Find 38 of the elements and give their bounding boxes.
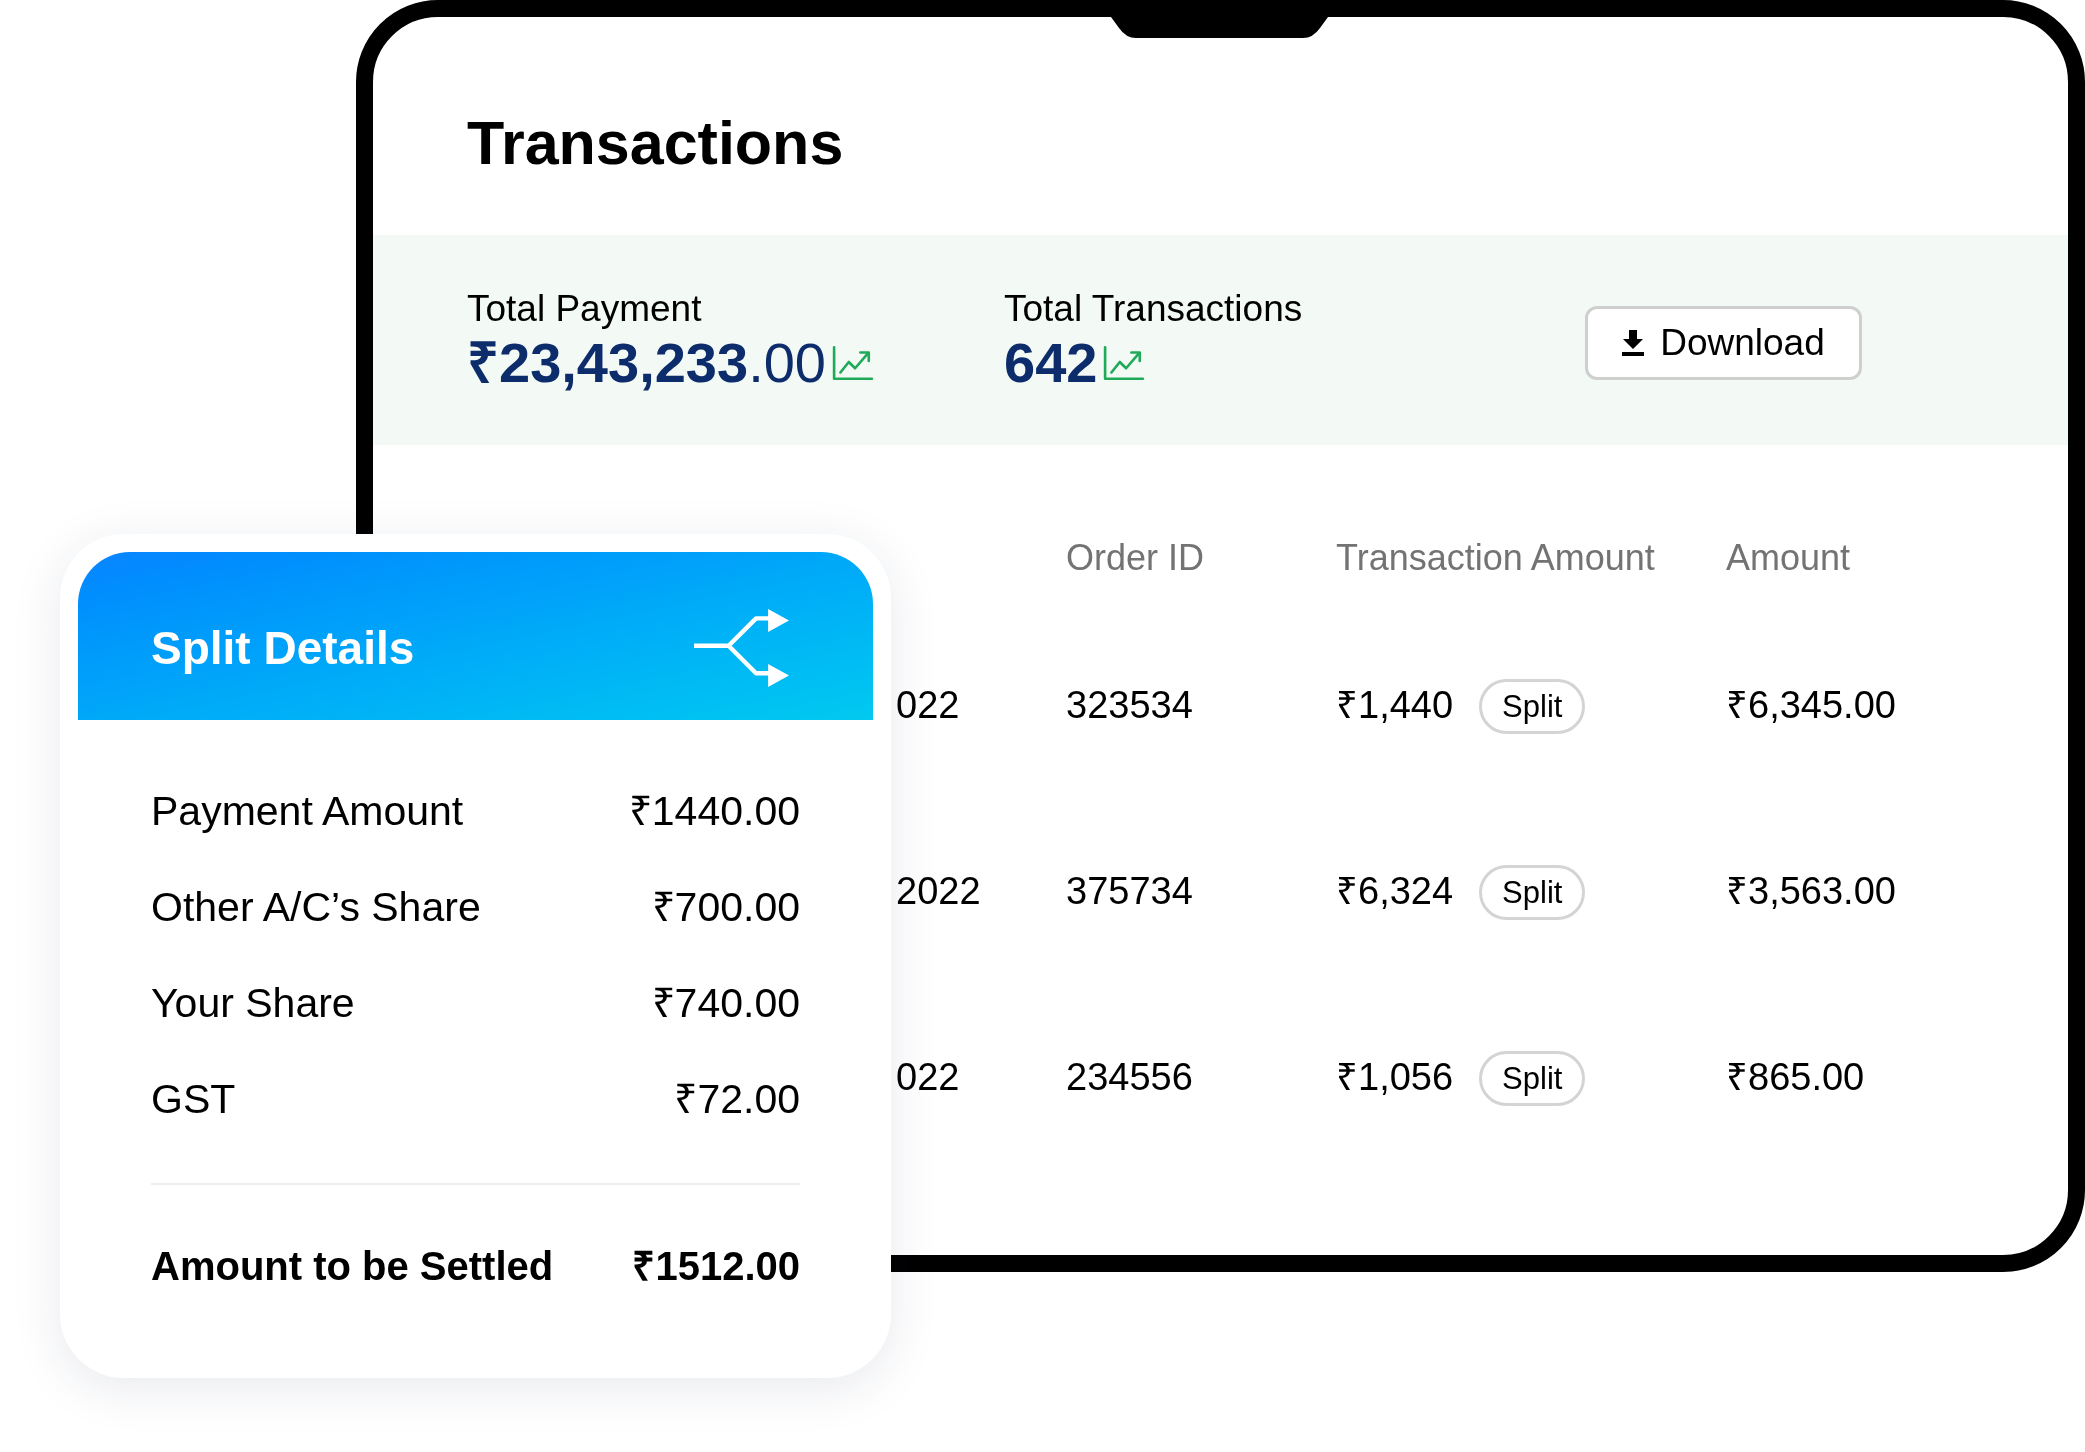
- table-cell: 022: [896, 1055, 960, 1101]
- table-cell: 234556: [1066, 1055, 1193, 1101]
- detail-label: Your Share: [151, 979, 355, 1029]
- table-cell: 2022: [896, 869, 981, 915]
- table-cell: 323534: [1066, 683, 1193, 729]
- page-title: Transactions: [467, 113, 844, 174]
- table-cell: 375734: [1066, 869, 1193, 915]
- stat-label: Total Payment: [467, 287, 702, 332]
- detail-label: GST: [151, 1075, 236, 1125]
- table-cell: ₹1,440: [1336, 683, 1454, 729]
- stat-value: ₹23,43,233.00: [467, 333, 826, 393]
- table-cell: ₹6,345.00: [1726, 683, 1896, 729]
- column-header: Transaction Amount: [1336, 536, 1655, 580]
- split-button[interactable]: Split: [1479, 678, 1586, 734]
- stat-value: 642: [1004, 333, 1098, 393]
- detail-label: Payment Amount: [151, 787, 464, 837]
- download-button[interactable]: Download: [1585, 306, 1862, 380]
- table-cell: ₹865.00: [1726, 1055, 1865, 1101]
- column-header: Amount: [1726, 536, 1851, 580]
- detail-label: Other A/C’s Share: [151, 883, 481, 933]
- total-value: ₹1512.00: [632, 1243, 800, 1290]
- table-cell: ₹1,056: [1336, 1055, 1454, 1101]
- table-cell: ₹6,324: [1336, 869, 1454, 915]
- chart-up-icon: [1103, 345, 1146, 382]
- table-cell: ₹3,563.00: [1726, 869, 1896, 915]
- split-button[interactable]: Split: [1479, 864, 1586, 920]
- stat-label: Total Transactions: [1004, 287, 1303, 332]
- total-label: Amount to be Settled: [151, 1243, 554, 1290]
- split-button[interactable]: Split: [1479, 1050, 1586, 1106]
- download-icon: [1622, 330, 1645, 356]
- detail-value: ₹1440.00: [628, 787, 800, 837]
- split-arrows-icon: [694, 609, 789, 687]
- chart-up-icon: [832, 345, 874, 382]
- table-cell: 022: [896, 683, 960, 729]
- detail-value: ₹740.00: [651, 979, 800, 1029]
- detail-value: ₹700.00: [651, 883, 800, 933]
- column-header: Order ID: [1066, 536, 1205, 580]
- detail-value: ₹72.00: [674, 1075, 800, 1125]
